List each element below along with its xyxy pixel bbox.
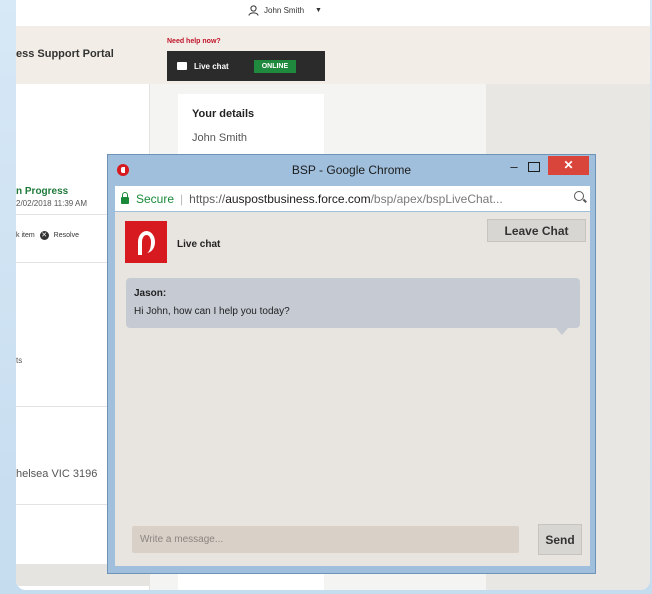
online-status-badge: ONLINE [253, 59, 297, 73]
need-help-label: Need help now? [167, 38, 221, 45]
maximize-button[interactable] [528, 162, 540, 172]
address-text: helsea VIC 3196 [16, 468, 98, 480]
resolve-link[interactable]: Resolve [54, 232, 79, 239]
portal-topbar: John Smith ▼ [16, 0, 650, 26]
chat-message: Jason: Hi John, how can I help you today… [126, 278, 580, 335]
truncated-label: ts [16, 356, 23, 365]
chat-content: Live chat Leave Chat Jason: Hi John, how… [115, 212, 590, 566]
portal-title: ess Support Portal [16, 48, 114, 60]
auspost-p-stem [138, 243, 142, 255]
case-status: n Progress [16, 186, 69, 197]
lock-icon [121, 191, 129, 204]
user-name: John Smith [264, 6, 305, 15]
url-path: /bsp/apex/bspLiveChat... [370, 191, 503, 206]
zoom-icon[interactable] [574, 191, 584, 201]
send-button[interactable]: Send [538, 524, 582, 555]
auspost-logo [125, 221, 167, 263]
live-chat-label: Live chat [194, 61, 229, 71]
message-input[interactable] [132, 526, 519, 553]
user-menu[interactable]: John Smith ▼ [248, 5, 322, 16]
resolve-icon: ✕ [39, 231, 49, 240]
minimize-button[interactable]: – [504, 160, 524, 178]
case-date: 2/02/2018 11:39 AM [16, 199, 88, 208]
leave-chat-button[interactable]: Leave Chat [487, 219, 586, 242]
case-actions: k item ✕ Resolve [16, 231, 79, 240]
message-sender: Jason: [134, 288, 167, 299]
close-button[interactable]: ✕ [548, 156, 589, 175]
details-name: John Smith [192, 132, 248, 144]
chat-icon [177, 62, 187, 70]
live-chat-button[interactable]: Live chat ONLINE [167, 51, 325, 81]
url-host: auspostbusiness.force.com [225, 191, 371, 206]
address-separator: | [180, 191, 184, 206]
message-text: Hi John, how can I help you today? [134, 306, 290, 317]
chat-title: Live chat [177, 239, 221, 250]
url-scheme: https:// [189, 191, 226, 206]
details-title: Your details [192, 108, 255, 120]
track-item-link[interactable]: k item [16, 232, 35, 239]
chrome-popup-window: BSP - Google Chrome – ✕ Secure | https:/… [107, 154, 596, 574]
window-titlebar[interactable]: BSP - Google Chrome – ✕ [108, 155, 595, 185]
address-bar[interactable]: Secure | https:// auspostbusiness.force.… [115, 186, 590, 211]
person-icon [248, 5, 259, 16]
chevron-down-icon: ▼ [315, 7, 322, 14]
secure-label: Secure [136, 191, 175, 206]
